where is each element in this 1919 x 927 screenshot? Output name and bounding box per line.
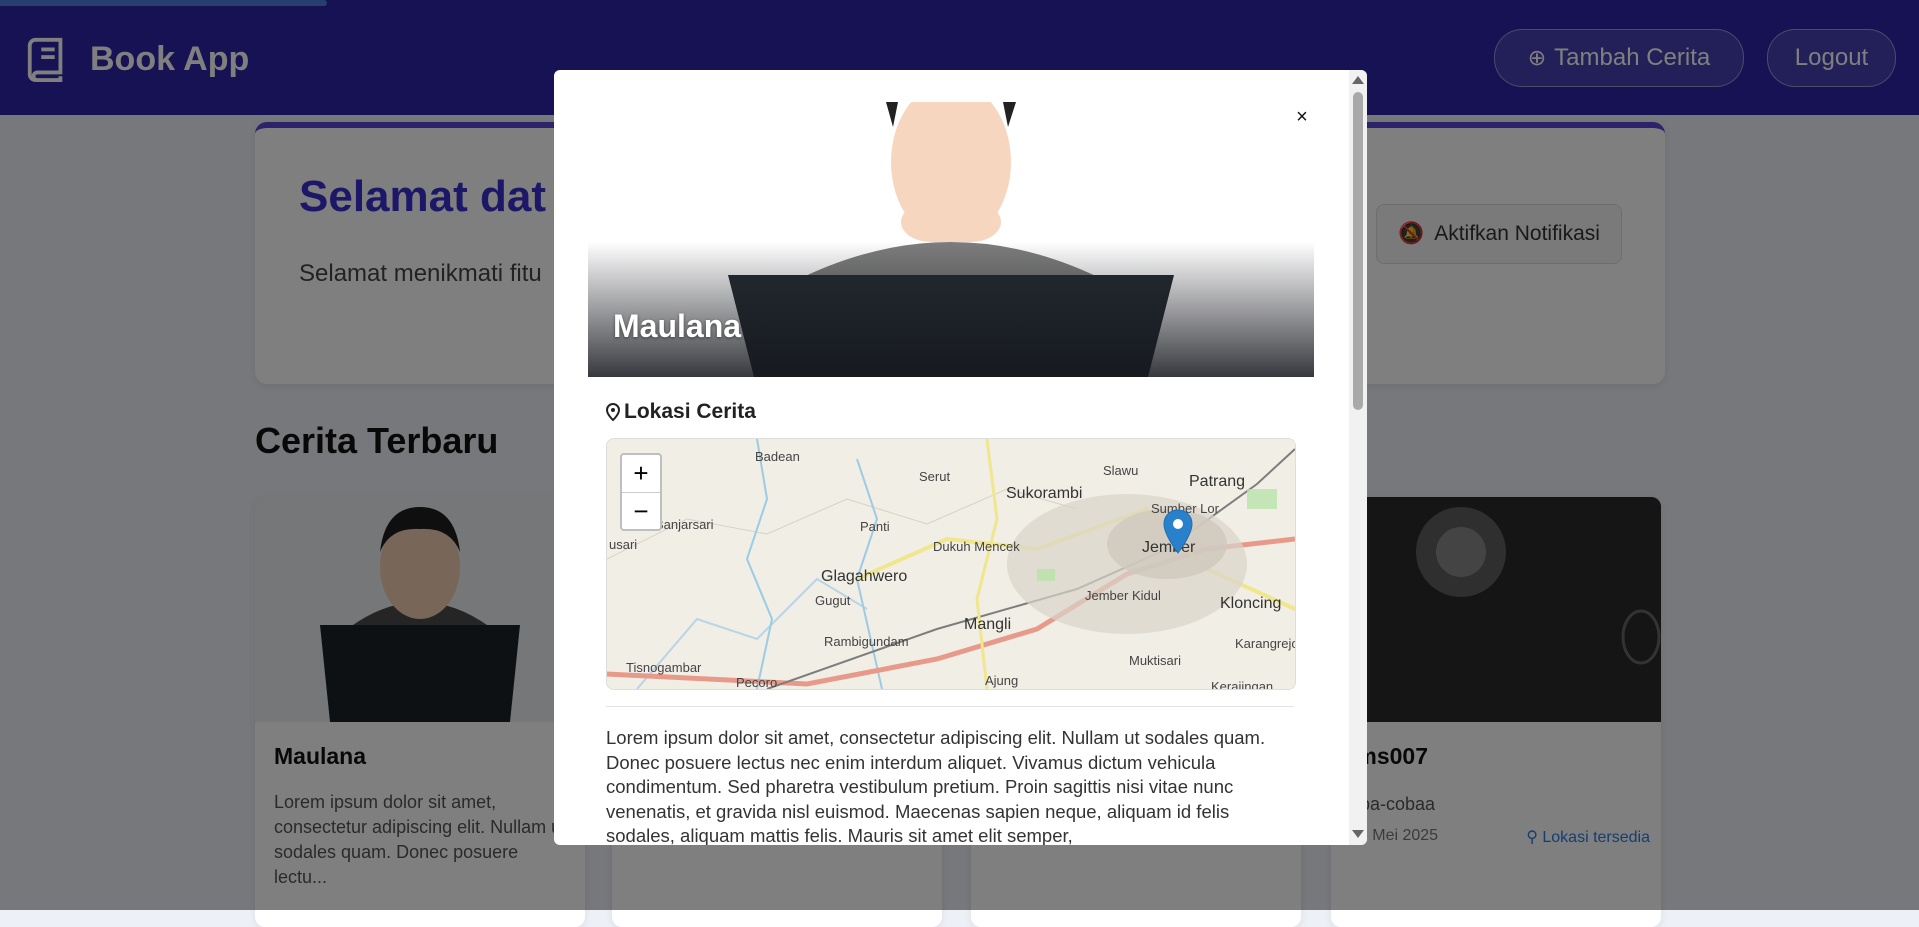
map-label: Banjarsari xyxy=(655,517,714,532)
map-marker-pin-icon[interactable] xyxy=(1163,509,1193,555)
modal-author: Maulana xyxy=(613,308,742,344)
divider xyxy=(606,706,1294,707)
map-label: Rambigundam xyxy=(824,634,909,649)
map-label: Kloncing xyxy=(1220,595,1282,612)
map-label: Mangli xyxy=(964,616,1012,633)
map-label: Pecoro xyxy=(736,675,778,690)
map-label: Tisnogambar xyxy=(626,660,702,675)
map-label: usari xyxy=(609,537,638,552)
map-label: Gugut xyxy=(815,593,851,608)
map-marker-icon xyxy=(606,403,620,421)
map-label: Slawu xyxy=(1103,463,1139,478)
map-label: Serut xyxy=(919,469,951,484)
close-modal-button[interactable]: × xyxy=(1287,102,1317,132)
location-heading-label: Lokasi Cerita xyxy=(624,400,756,423)
zoom-out-button[interactable]: − xyxy=(622,493,660,530)
story-map[interactable]: Badean Serut Slawu Patrang Sukorambi Sum… xyxy=(606,438,1296,690)
story-detail-modal: Maulana Lokasi Cerita Badean Serut Slawu… xyxy=(554,70,1367,845)
story-hero-image: Maulana xyxy=(588,102,1314,377)
map-label: Sukorambi xyxy=(1006,485,1083,502)
location-heading: Lokasi Cerita xyxy=(606,400,756,424)
scroll-thumb[interactable] xyxy=(1353,92,1363,410)
map-zoom-control: + − xyxy=(620,453,662,531)
map-label: Patrang xyxy=(1189,473,1246,490)
map-label: Dukuh Mencek xyxy=(933,539,1020,554)
map-label: Badean xyxy=(755,449,800,464)
modal-scrollbar[interactable] xyxy=(1349,70,1367,845)
scroll-up-arrow-icon[interactable] xyxy=(1352,76,1364,84)
scroll-down-arrow-icon[interactable] xyxy=(1352,830,1364,838)
zoom-in-button[interactable]: + xyxy=(622,455,660,493)
story-description: Lorem ipsum dolor sit amet, consectetur … xyxy=(606,727,1266,845)
map-label: Ajung xyxy=(985,673,1019,688)
map-label: Karangrejo xyxy=(1235,636,1296,651)
map-label: Glagahwero xyxy=(821,568,908,585)
map-label: Jember Kidul xyxy=(1085,588,1161,603)
map-label: Muktisari xyxy=(1129,653,1182,668)
map-label: Panti xyxy=(860,519,890,534)
map-label: Kerajingan xyxy=(1211,679,1274,690)
